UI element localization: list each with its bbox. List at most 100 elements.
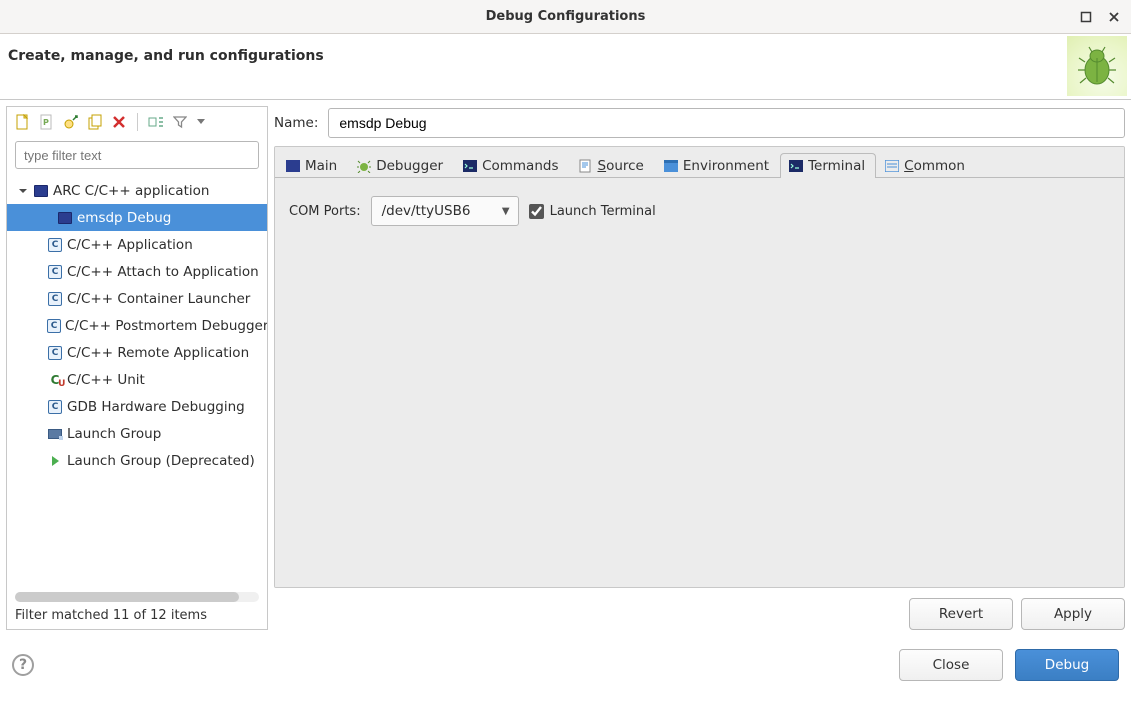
tree-item-c-attach[interactable]: C C/C++ Attach to Application — [7, 258, 267, 285]
tab-label: Commands — [482, 158, 558, 174]
c-cpp-icon: C — [47, 237, 63, 253]
tree-label: C/C++ Application — [67, 237, 193, 253]
tree-item-c-unit[interactable]: C C/C++ Unit — [7, 366, 267, 393]
c-cpp-icon: C — [47, 399, 63, 415]
tree-item-c-remote[interactable]: C C/C++ Remote Application — [7, 339, 267, 366]
config-filter — [15, 141, 259, 169]
main-tab-icon — [286, 159, 300, 173]
commands-tab-icon — [463, 159, 477, 173]
export-config-icon[interactable] — [63, 114, 79, 130]
tab-common[interactable]: Common — [876, 153, 976, 178]
name-input[interactable] — [328, 108, 1125, 138]
window-title: Debug Configurations — [486, 9, 646, 24]
tab-label: Common — [904, 158, 965, 174]
arc-app-icon — [57, 210, 73, 226]
tree-label: C/C++ Remote Application — [67, 345, 249, 361]
c-unit-icon: C — [47, 372, 63, 388]
dialog-header: Create, manage, and run configurations — [0, 34, 1131, 100]
tree-item-c-postmortem[interactable]: C C/C++ Postmortem Debugger — [7, 312, 267, 339]
tab-label: Environment — [683, 158, 769, 174]
tab-label: Source — [597, 158, 643, 174]
delete-config-icon[interactable] — [111, 114, 127, 130]
arc-app-icon — [33, 183, 49, 199]
common-tab-icon — [885, 159, 899, 173]
tree-label: C/C++ Container Launcher — [67, 291, 250, 307]
tree-item-c-app[interactable]: C C/C++ Application — [7, 231, 267, 258]
new-prototype-icon[interactable]: P — [39, 114, 55, 130]
c-cpp-icon: C — [47, 264, 63, 280]
tree-label: C/C++ Attach to Application — [67, 264, 259, 280]
tab-main[interactable]: Main — [277, 153, 348, 178]
help-icon[interactable]: ? — [12, 654, 34, 676]
tab-label: Main — [305, 158, 337, 174]
com-ports-combo[interactable]: /dev/ttyUSB6 ▼ — [371, 196, 519, 226]
svg-text:P: P — [43, 118, 49, 127]
tree-item-emsdp-debug[interactable]: emsdp Debug — [7, 204, 267, 231]
window-titlebar: Debug Configurations — [0, 0, 1131, 34]
com-port-row: COM Ports: /dev/ttyUSB6 ▼ Launch Termina… — [289, 196, 1110, 226]
launch-terminal-checkbox[interactable]: Launch Terminal — [529, 204, 656, 219]
tree-item-launch-group-deprecated[interactable]: Launch Group (Deprecated) — [7, 447, 267, 474]
toolbar-separator — [137, 113, 138, 131]
launch-group-icon — [47, 426, 63, 442]
terminal-tab-icon — [789, 159, 803, 173]
footer-buttons: Close Debug — [899, 649, 1119, 681]
dialog-content: P — [0, 100, 1131, 636]
close-icon[interactable] — [1107, 10, 1121, 24]
window-controls — [1079, 0, 1121, 33]
c-cpp-icon: C — [47, 318, 61, 334]
config-tree[interactable]: ARC C/C++ application emsdp Debug C C/C+… — [7, 175, 267, 592]
revert-apply-row: Revert Apply — [274, 588, 1125, 630]
maximize-icon[interactable] — [1079, 10, 1093, 24]
button-label: Close — [933, 657, 970, 673]
tree-label: ARC C/C++ application — [53, 183, 209, 199]
tab-environment[interactable]: Environment — [655, 153, 780, 178]
config-toolbar: P — [7, 107, 267, 137]
tree-horizontal-scrollbar[interactable] — [15, 592, 259, 602]
environment-tab-icon — [664, 159, 678, 173]
filter-status: Filter matched 11 of 12 items — [7, 602, 267, 629]
tab-source[interactable]: Source — [569, 153, 654, 178]
tree-label: emsdp Debug — [77, 210, 171, 226]
revert-button[interactable]: Revert — [909, 598, 1013, 630]
close-button[interactable]: Close — [899, 649, 1003, 681]
filter-icon[interactable] — [172, 114, 188, 130]
terminal-tab-body: COM Ports: /dev/ttyUSB6 ▼ Launch Termina… — [275, 177, 1124, 587]
tab-debugger[interactable]: Debugger — [348, 153, 454, 178]
source-tab-icon — [578, 159, 592, 173]
tree-label: Launch Group — [67, 426, 161, 442]
filter-menu-chevron-icon[interactable] — [196, 114, 206, 130]
tree-label: C/C++ Unit — [67, 372, 145, 388]
new-config-icon[interactable] — [15, 114, 31, 130]
tab-commands[interactable]: Commands — [454, 153, 569, 178]
tree-item-c-container[interactable]: C C/C++ Container Launcher — [7, 285, 267, 312]
tab-label: Terminal — [808, 158, 865, 174]
config-editor: Name: Main Debugger — [274, 106, 1125, 630]
launch-terminal-label: Launch Terminal — [550, 204, 656, 219]
tree-label: C/C++ Postmortem Debugger — [65, 318, 267, 334]
tab-terminal[interactable]: Terminal — [780, 153, 876, 178]
c-cpp-icon: C — [47, 345, 63, 361]
tree-item-launch-group[interactable]: Launch Group — [7, 420, 267, 447]
name-row: Name: — [274, 106, 1125, 146]
debug-button[interactable]: Debug — [1015, 649, 1119, 681]
dialog-footer: ? Close Debug — [0, 636, 1131, 694]
tree-root-arc[interactable]: ARC C/C++ application — [7, 177, 267, 204]
apply-button[interactable]: Apply — [1021, 598, 1125, 630]
name-label: Name: — [274, 115, 318, 131]
collapse-icon[interactable] — [148, 114, 164, 130]
tab-label: Debugger — [376, 158, 443, 174]
debugger-tab-icon — [357, 159, 371, 173]
filter-input[interactable] — [15, 141, 259, 169]
launch-terminal-input[interactable] — [529, 204, 544, 219]
collapse-chevron-icon[interactable] — [17, 185, 29, 197]
tree-label: GDB Hardware Debugging — [67, 399, 245, 415]
button-label: Revert — [939, 606, 983, 622]
com-ports-value: /dev/ttyUSB6 — [382, 203, 471, 219]
launch-group-deprecated-icon — [47, 453, 63, 469]
duplicate-config-icon[interactable] — [87, 114, 103, 130]
tree-item-gdb-hw[interactable]: C GDB Hardware Debugging — [7, 393, 267, 420]
bug-icon — [1067, 36, 1127, 96]
config-tabs: Main Debugger Commands — [275, 147, 1124, 177]
button-label: Apply — [1054, 606, 1092, 622]
